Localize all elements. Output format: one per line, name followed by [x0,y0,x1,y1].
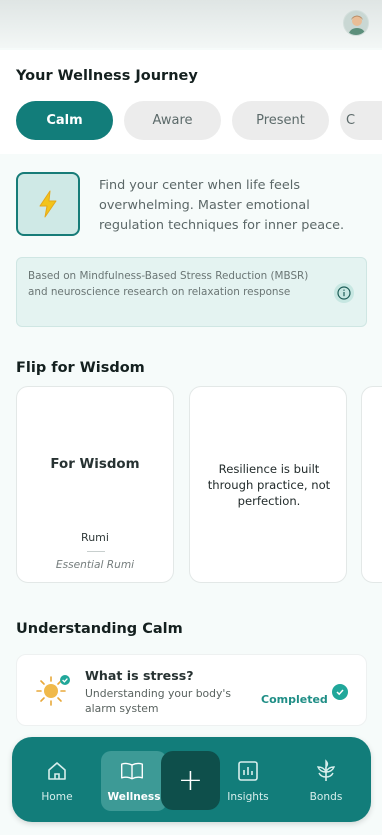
nav-item-insights[interactable]: Insights [217,751,279,811]
completed-check-icon [332,684,348,700]
wisdom-card-back[interactable]: Resilience is built through practice, no… [189,386,347,583]
wisdom-card-front[interactable]: For Wisdom Rumi Essential Rumi [16,386,174,583]
info-icon[interactable] [334,283,354,303]
journey-title: Your Wellness Journey [16,68,198,84]
research-note: Based on Mindfulness-Based Stress Reduct… [16,257,367,327]
lightning-icon [39,190,57,218]
wisdom-card-divider [87,551,105,552]
home-icon [48,762,66,780]
wisdom-card-next[interactable] [361,386,382,583]
chart-icon [238,761,258,781]
avatar-image [348,15,366,35]
focus-description: Find your center when life feels overwhe… [99,178,345,233]
tab-present[interactable]: Present [232,101,329,140]
add-button[interactable]: + [161,751,220,810]
avatar[interactable] [343,10,369,36]
bottom-nav: Home Wellness + Insights Bonds [12,737,371,822]
wisdom-card-title: For Wisdom [50,457,140,472]
wisdom-title: Flip for Wisdom [16,360,145,376]
focus-icon-box [16,172,80,236]
nav-label-home: Home [41,791,73,803]
nav-label-insights: Insights [227,791,269,803]
wisdom-card-quote: Resilience is built through practice, no… [207,462,331,508]
plant-icon [316,759,336,781]
topic-status: Completed [261,693,328,706]
nav-label-wellness: Wellness [107,791,161,803]
topic-title: What is stress? [85,668,194,683]
understanding-title: Understanding Calm [16,621,183,637]
wisdom-carousel: For Wisdom Rumi Essential Rumi Resilienc… [16,386,382,584]
sun-icon [36,675,70,706]
research-text: Based on Mindfulness-Based Stress Reduct… [28,270,309,298]
book-icon [121,762,143,780]
nav-item-home[interactable]: Home [26,751,88,811]
tab-aware[interactable]: Aware [124,101,221,140]
top-bar [0,0,382,48]
nav-item-wellness[interactable]: Wellness [101,751,167,811]
topic-subtitle: Understanding your body's alarm system [85,687,231,715]
nav-item-bonds[interactable]: Bonds [295,751,357,811]
topic-card[interactable]: What is stress? Understanding your body'… [16,654,367,726]
journey-tabs: Calm Aware Present C [16,101,382,140]
wisdom-card-source: Essential Rumi [55,559,135,571]
tab-calm[interactable]: Calm [16,101,113,140]
wisdom-card-author: Rumi [81,531,109,544]
tab-next[interactable]: C [340,101,382,140]
nav-label-bonds: Bonds [309,791,343,803]
